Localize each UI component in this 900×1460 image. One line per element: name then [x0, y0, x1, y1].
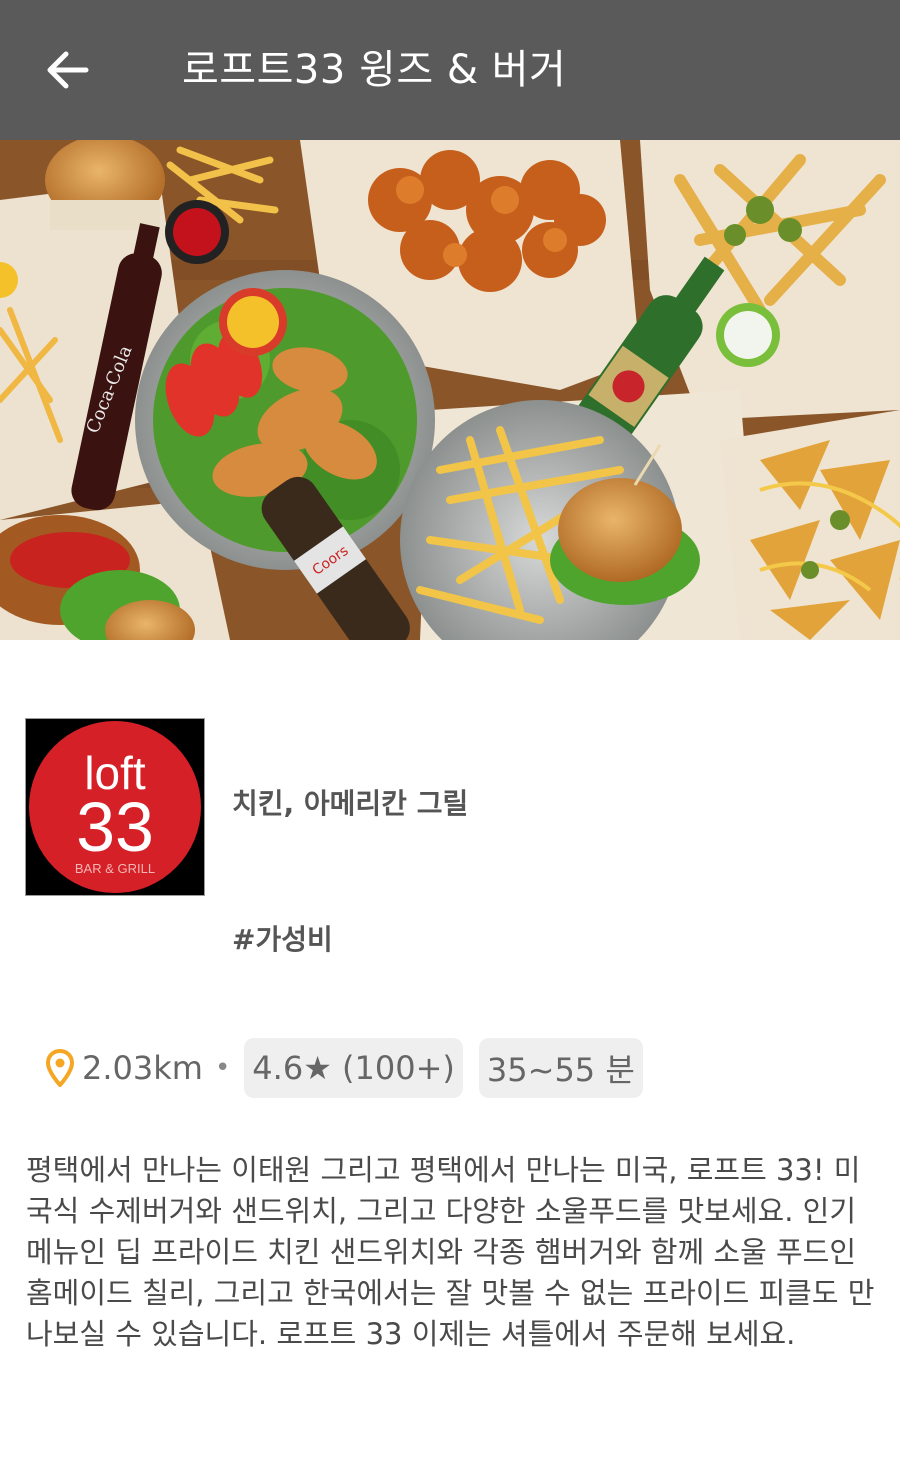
arrow-left-icon [47, 51, 89, 89]
logo-text-bar-grill: BAR & GRILL [75, 861, 155, 876]
app-header: 로프트33 윙즈 & 버거 [0, 0, 900, 140]
restaurant-hashtag: #가성비 [232, 923, 333, 956]
distance-value: 2.03km [82, 1049, 203, 1087]
rating-badge: 4.6★ (100+) [244, 1038, 463, 1098]
logo-text-33: 33 [76, 788, 154, 866]
restaurant-category: 치킨, 아메리칸 그릴 [232, 787, 469, 820]
hero-food-photo: Coca-Cola Coors [0, 140, 900, 640]
restaurant-meta-row: 2.03km • 4.6★ (100+) 35~55 분 [46, 1038, 643, 1098]
page-title: 로프트33 윙즈 & 버거 [182, 47, 567, 93]
delivery-time-badge: 35~55 분 [478, 1038, 643, 1098]
restaurant-logo: loft 33 BAR & GRILL [25, 718, 205, 896]
location-pin-icon [46, 1049, 74, 1087]
distance: 2.03km [46, 1049, 203, 1087]
back-button[interactable] [36, 38, 100, 102]
separator-dot: • [214, 1053, 231, 1083]
restaurant-description: 평택에서 만나는 이태원 그리고 평택에서 만나는 미국, 로프트 33! 미국… [26, 1153, 875, 1351]
